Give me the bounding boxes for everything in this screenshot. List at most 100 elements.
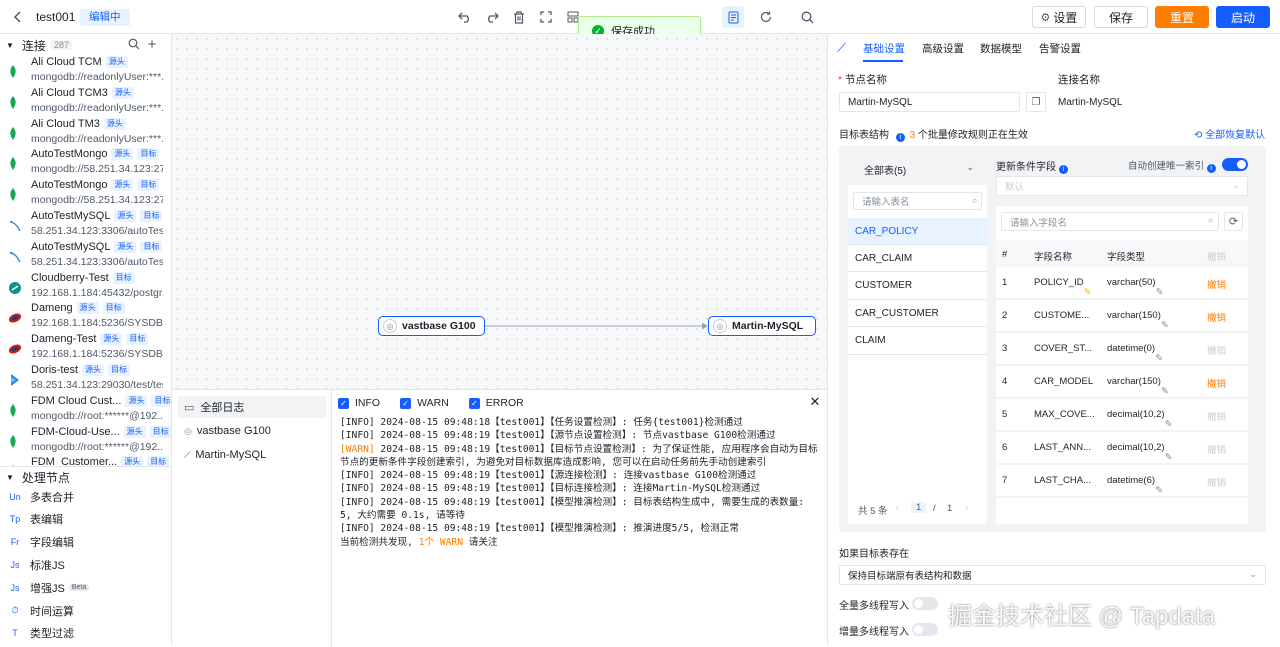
undo-field-link[interactable]: 撤销 <box>1207 442 1226 456</box>
prev-page-icon[interactable]: ‹ <box>896 502 899 513</box>
table-row[interactable]: CUSTOMER <box>848 273 987 300</box>
edit-icon[interactable]: ✎ <box>1161 386 1169 397</box>
connection-item[interactable]: AutoTestMySQL 源头 目标 58.251.34.123:3306/auto… <box>0 240 171 272</box>
log-panel-icon[interactable] <box>722 6 744 28</box>
back-icon[interactable] <box>10 9 26 25</box>
filter-info-checkbox[interactable]: ✓ INFO <box>338 396 380 410</box>
target-exists-select[interactable]: 保持目标端原有表结构和数据 ⌄ <box>839 565 1266 585</box>
dameng-icon <box>8 342 22 356</box>
undo-field-link[interactable]: 撤销 <box>1207 475 1226 489</box>
beta-badge: Beta <box>68 584 90 592</box>
log-node-item[interactable]: ⟋ Martin-MySQL <box>178 444 326 466</box>
source-node[interactable]: ◎ vastbase G100 <box>378 316 485 336</box>
settings-button[interactable]: ⚙ 设置 <box>1032 6 1086 28</box>
connection-uri: 58.251.34.123:3306/autoTest <box>31 225 163 237</box>
search-icon[interactable] <box>127 37 141 51</box>
connection-item[interactable]: Dameng-Test 源头 目标 192.168.1.184:5236/SYSDBA <box>0 333 171 364</box>
log-all-item[interactable]: ▭ 全部日志 <box>178 396 326 418</box>
field-search-input[interactable]: 请输入字段名 ○ <box>1001 212 1219 231</box>
close-icon[interactable]: ✕ <box>808 394 822 409</box>
undo-field-link[interactable]: 撤销 <box>1207 409 1226 423</box>
connection-item[interactable]: AutoTestMySQL 源头 目标 58.251.34.123:3306/auto… <box>0 210 171 241</box>
table-row[interactable]: CLAIM <box>848 328 987 355</box>
connection-tag: 目标 <box>140 210 163 222</box>
dag-canvas[interactable]: ◎ vastbase G100 ◎ Martin-MySQL <box>172 34 827 389</box>
restore-defaults-link[interactable]: ⟲ 全部恢复默认 <box>1194 126 1265 141</box>
table-row[interactable]: CAR_CUSTOMER <box>848 300 987 328</box>
connection-item[interactable]: FDM-Cloud-Use... 源头 目标 mongodb://root:*****… <box>0 425 171 457</box>
connection-item[interactable]: AutoTestMongo 源头 目标 mongodb://58.251.34.123… <box>0 148 171 179</box>
add-connection-icon[interactable]: + <box>145 36 159 53</box>
table-search-input[interactable]: 请输入表名 ○ <box>853 192 982 210</box>
undo-field-link[interactable]: 撤销 <box>1207 343 1226 357</box>
connection-item[interactable]: Ali Cloud TCM3 源头 mongodb://readonlyUser:*… <box>0 86 171 118</box>
table-row[interactable]: CAR_POLICY <box>848 218 987 245</box>
processing-node-label: 字段编辑 <box>30 537 74 550</box>
edit-icon[interactable]: ✎ <box>1165 452 1173 463</box>
field-index: 2 <box>1002 310 1008 321</box>
connection-item[interactable]: Doris-test 源头 目标 58.251.34.123:29030/test/t… <box>0 364 171 395</box>
delete-icon[interactable] <box>510 8 528 26</box>
tab-advanced[interactable]: 高级设置 <box>922 41 964 56</box>
processing-node-item[interactable]: Js 标准JS <box>0 553 171 576</box>
update-field-select[interactable]: 默认 ⌄ <box>996 176 1248 196</box>
processing-node-item[interactable]: T 类型过滤 <box>0 622 171 645</box>
page-number[interactable]: 1 <box>911 502 927 513</box>
connection-item[interactable]: Ali Cloud TM3 源头 mongodb://readonlyUser:**… <box>0 117 171 149</box>
processing-node-item[interactable]: ⏱ 时间运算 <box>0 599 171 622</box>
save-button[interactable]: 保存 <box>1094 6 1148 28</box>
reset-button[interactable]: 重置 <box>1155 6 1209 28</box>
target-node[interactable]: ◎ Martin-MySQL <box>708 316 816 336</box>
connection-item[interactable]: FDM_Customer... 源头 目标 <box>0 456 171 466</box>
start-button[interactable]: 启动 <box>1216 6 1270 28</box>
connection-item[interactable]: Dameng 源头 目标 192.168.1.184:5236/SYSDBA <box>0 302 171 333</box>
search-icon[interactable] <box>798 8 816 26</box>
edit-icon[interactable]: ✎ <box>1165 419 1173 430</box>
undo-field-link[interactable]: 撤销 <box>1207 277 1226 291</box>
all-tables-dropdown[interactable]: 全部表(5) ⌄ <box>848 154 987 185</box>
processing-node-label: 增强JS <box>30 582 65 595</box>
undo-field-link[interactable]: 撤销 <box>1207 310 1226 324</box>
undo-icon[interactable] <box>456 8 474 26</box>
edit-icon[interactable]: ✎ <box>1155 353 1163 364</box>
node-name-input[interactable]: Martin-MySQL <box>839 92 1020 112</box>
connection-tag: 源头 <box>114 240 137 253</box>
tab-basic[interactable]: 基础设置 <box>863 41 905 56</box>
full-thread-toggle[interactable] <box>912 597 938 610</box>
log-node-item[interactable]: ◎ vastbase G100 <box>178 420 326 442</box>
field-name: LAST_CHA... <box>1034 475 1092 486</box>
processing-node-item[interactable]: Js 增强JS Beta <box>0 576 171 599</box>
edit-icon[interactable]: ✎ <box>1161 320 1169 331</box>
processing-node-item[interactable]: Tp 表编辑 <box>0 508 171 531</box>
undo-field-link[interactable]: 撤销 <box>1207 376 1226 390</box>
table-row[interactable]: CAR_CLAIM <box>848 245 987 273</box>
log-panel: ▭ 全部日志 ◎ vastbase G100 ⟋ Martin-MySQL ✓ I… <box>172 389 827 647</box>
refresh-icon[interactable] <box>757 8 775 26</box>
processing-node-icon: ⏱ <box>11 605 19 615</box>
auto-index-toggle[interactable] <box>1222 158 1248 171</box>
edit-icon[interactable]: ✎ <box>1156 287 1164 298</box>
processing-node-item[interactable]: Un 多表合并 <box>0 485 171 508</box>
log-line: [INFO] 2024-08-15 09:48:18【test001】【任务设置… <box>340 417 743 428</box>
next-page-icon[interactable]: › <box>965 502 968 513</box>
redo-icon[interactable] <box>483 8 501 26</box>
field-name: POLICY_ID ✎ <box>1034 277 1092 298</box>
connection-item[interactable]: AutoTestMongo 源头 目标 mongodb://58.251.34.123… <box>0 179 171 210</box>
refresh-fields-icon[interactable]: ⟳ <box>1224 212 1243 231</box>
connection-item[interactable]: Ali Cloud TCM 源头 mongodb://readonlyUser:**… <box>0 56 171 87</box>
connection-item[interactable]: FDM Cloud Cust... 源头 目标 mongodb://root:****… <box>0 394 171 426</box>
edit-icon[interactable]: ✎ <box>1155 485 1163 496</box>
incr-thread-toggle[interactable] <box>912 623 938 636</box>
filter-error-checkbox[interactable]: ✓ ERROR <box>468 396 524 410</box>
connection-uri: 58.251.34.123:3306/autoTest <box>31 255 163 268</box>
filter-warn-checkbox[interactable]: ✓ WARN <box>400 396 449 410</box>
connection-item[interactable]: Cloudberry-Test 目标 192.168.1.184:45432/pos… <box>0 271 171 303</box>
fit-screen-icon[interactable] <box>537 8 555 26</box>
tab-alert[interactable]: 告警设置 <box>1039 41 1081 56</box>
tab-data-model[interactable]: 数据模型 <box>980 41 1022 56</box>
collapse-caret-icon: ▼ <box>6 40 14 50</box>
processing-node-item[interactable]: Fr 字段编辑 <box>0 531 171 554</box>
copy-icon[interactable]: ❐ <box>1026 92 1046 112</box>
field-index: 4 <box>1002 376 1008 387</box>
connection-name-text: FDM_Customer... <box>31 456 118 466</box>
